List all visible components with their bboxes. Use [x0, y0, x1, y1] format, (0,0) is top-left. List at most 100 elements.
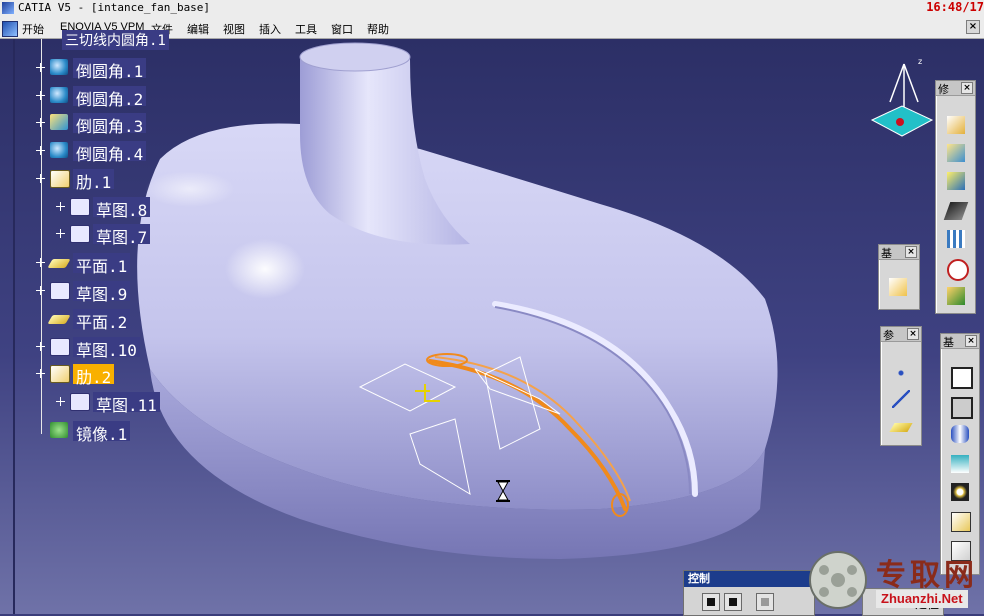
chamfer-icon [947, 144, 965, 162]
play-button[interactable] [702, 593, 720, 611]
shell-icon [943, 202, 969, 220]
plane-icon [47, 259, 71, 268]
tree-node-label: 倒圆角.3 [73, 113, 147, 136]
catia-app-icon [2, 2, 14, 14]
groove-icon [951, 455, 969, 473]
toolbar-header[interactable]: 修 × [936, 81, 975, 96]
remove-face-button[interactable] [944, 284, 968, 308]
expand-plus-icon[interactable] [36, 258, 45, 267]
ref-point-button[interactable] [889, 361, 913, 385]
collapse-minus-icon[interactable] [36, 174, 45, 183]
sketch-icon [50, 282, 70, 300]
toolbar-title: 参 [883, 329, 894, 342]
menu-edit[interactable]: 编辑 [187, 21, 209, 37]
tree-node-label: 倒圆角.2 [73, 86, 147, 109]
specification-tree[interactable]: 三切线内圆角.1 倒圆角.1 倒圆角.2 倒圆角.3 倒圆角.4 肋.1 草图.… [0, 30, 240, 614]
toolbar-header[interactable]: 基 × [879, 245, 919, 260]
hole-icon [951, 483, 969, 501]
close-icon[interactable]: × [907, 328, 919, 340]
tree-node-label: 草图.10 [73, 337, 140, 360]
close-icon[interactable]: × [905, 246, 917, 258]
expand-plus-icon[interactable] [56, 229, 65, 238]
expand-plus-icon[interactable] [36, 286, 45, 295]
sketch-icon [50, 338, 70, 356]
tree-node-label: 倒圆角.4 [73, 141, 147, 164]
menu-view[interactable]: 视图 [223, 21, 245, 37]
fillet-icon [50, 142, 68, 158]
thickness-icon [947, 230, 965, 248]
close-icon[interactable]: × [965, 335, 977, 347]
expand-plus-icon[interactable] [56, 202, 65, 211]
tree-node-label: 肋.1 [73, 169, 115, 192]
pad-button[interactable] [948, 364, 973, 389]
expand-plus-icon[interactable] [36, 146, 45, 155]
stop-button[interactable] [724, 593, 742, 611]
tree-node-label: 三切线内圆角.1 [62, 30, 169, 50]
menu-insert[interactable]: 插入 [259, 21, 281, 37]
expand-plus-icon[interactable] [36, 63, 45, 72]
line-icon [892, 390, 910, 408]
toolbar-header[interactable]: 基 × [941, 334, 979, 349]
plane-icon [889, 423, 913, 432]
control-title: 控制 [684, 571, 814, 587]
soccer-ball-logo [809, 551, 867, 609]
shell-button[interactable] [943, 199, 969, 223]
pocket-button[interactable] [948, 394, 973, 419]
tree-node-label: 平面.2 [73, 309, 131, 332]
fillet-icon [50, 59, 68, 75]
pocket-icon [951, 397, 973, 419]
edge-fillet-button[interactable] [944, 113, 968, 137]
sketch-based-toolbar: 基 × [940, 333, 980, 575]
remove-face-icon [947, 287, 965, 305]
chamfer-button[interactable] [944, 141, 968, 165]
shaft-button[interactable] [948, 422, 972, 446]
mirror-icon [50, 422, 68, 438]
thread-button[interactable] [944, 256, 969, 281]
reference-toolbar: 基 × [878, 244, 920, 310]
line-button[interactable] [889, 387, 913, 411]
expand-plus-icon[interactable] [36, 91, 45, 100]
tree-node-label: 镜像.1 [73, 421, 131, 444]
dot-icon [892, 364, 910, 382]
tree-node-label: 草图.11 [93, 392, 160, 415]
point-button[interactable] [886, 275, 910, 299]
tree-node-label: 肋.2 [73, 364, 115, 387]
toolbar-title: 基 [881, 247, 892, 260]
menu-tools[interactable]: 工具 [295, 21, 317, 37]
close-document-button[interactable]: × [966, 20, 980, 34]
tree-node-label: 草图.8 [93, 197, 151, 220]
parameters-toolbar: 参 × [880, 326, 922, 446]
plane-button[interactable] [889, 415, 913, 439]
draft-button[interactable] [944, 169, 968, 193]
toolbar-title: 基 [943, 336, 954, 349]
watermark-url: Zhuanzhi.Net [876, 590, 968, 608]
fillet-icon [50, 114, 68, 130]
thickness-button[interactable] [944, 227, 968, 251]
menu-help[interactable]: 帮助 [367, 21, 389, 37]
groove-button[interactable] [948, 452, 972, 476]
fillet-icon [50, 87, 68, 103]
hourglass-cursor-icon [496, 480, 510, 502]
close-icon[interactable]: × [961, 82, 973, 94]
draft-icon [947, 172, 965, 190]
menu-window[interactable]: 窗口 [331, 21, 353, 37]
hole-button[interactable] [948, 480, 972, 504]
clock-readout: 16:48/17 [926, 0, 984, 14]
fillet-icon [947, 116, 965, 134]
svg-text:z: z [918, 57, 922, 66]
expand-plus-icon[interactable] [36, 342, 45, 351]
expand-plus-icon[interactable] [56, 397, 65, 406]
document-menu-icon[interactable] [2, 21, 18, 37]
rib-button[interactable] [948, 509, 972, 533]
compass-icon[interactable]: z [868, 56, 934, 142]
point-icon [889, 278, 907, 296]
toolbar-header[interactable]: 参 × [881, 327, 921, 342]
rib-icon [50, 170, 70, 188]
collapse-minus-icon[interactable] [36, 369, 45, 378]
crosshair-icon [947, 259, 969, 281]
step-button[interactable] [756, 593, 774, 611]
tree-node-label: 草图.7 [93, 224, 151, 247]
window-title: CATIA V5 - [intance_fan_base] [18, 1, 211, 14]
menu-start[interactable]: 开始 [22, 21, 44, 37]
expand-plus-icon[interactable] [36, 118, 45, 127]
